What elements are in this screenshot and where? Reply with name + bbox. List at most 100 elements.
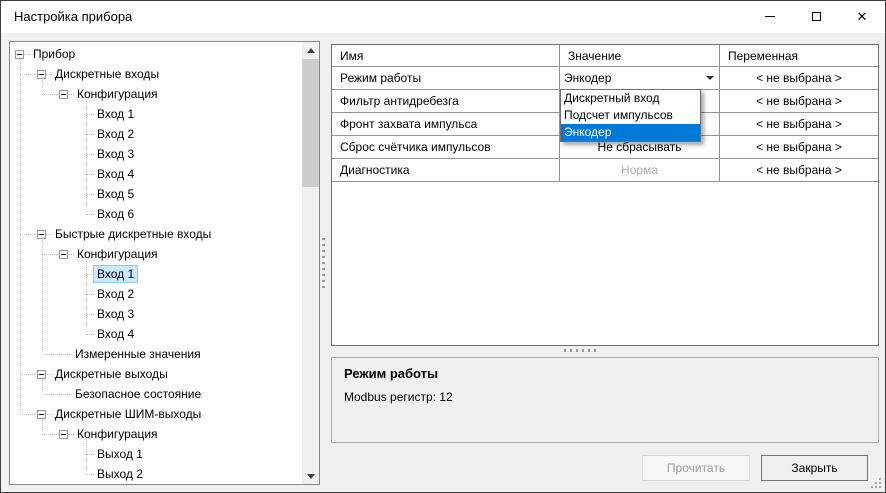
tree-item-input-2[interactable]: Вход 2 <box>10 124 301 144</box>
param-variable[interactable]: < не выбрана > <box>720 159 878 181</box>
grid-header-row: Имя Значение Переменная <box>332 45 878 67</box>
close-dialog-button[interactable]: Закрыть <box>761 455 868 481</box>
mode-dropdown-list: Дискретный вход Подсчет импульсов Энкоде… <box>560 89 701 142</box>
mode-combobox[interactable]: Энкодер <box>560 67 719 89</box>
dropdown-option-pulse-count[interactable]: Подсчет импульсов <box>561 107 700 124</box>
tree-item-output-2[interactable]: Выход 2 <box>10 464 301 484</box>
dropdown-option-discrete-input[interactable]: Дискретный вход <box>561 90 700 107</box>
combobox-dropdown-button[interactable] <box>701 76 719 80</box>
tree-connector <box>44 394 72 395</box>
scroll-down-icon <box>307 474 315 479</box>
tree-item-input-5[interactable]: Вход 5 <box>10 184 301 204</box>
tree-item-input-6[interactable]: Вход 6 <box>10 204 301 224</box>
tree-item-device[interactable]: Прибор <box>10 44 301 64</box>
grid-row-mode: Режим работы Энкодер < не выбрана > <box>332 67 878 90</box>
maximize-button[interactable] <box>793 1 839 32</box>
tree: Прибор Дискретные входы Конфигурация Вхо… <box>10 44 301 484</box>
tree-item-configuration[interactable]: Конфигурация <box>10 84 301 104</box>
tree-connector <box>86 454 94 455</box>
horizontal-splitter[interactable] <box>564 349 600 352</box>
device-tree-panel: Прибор Дискретные входы Конфигурация Вхо… <box>9 41 320 485</box>
close-button[interactable]: ✕ <box>839 1 885 32</box>
description-modbus-register: Modbus регистр: 12 <box>344 390 866 404</box>
tree-expander-icon[interactable] <box>37 410 46 419</box>
read-button[interactable]: Прочитать <box>642 455 750 481</box>
tree-expander-icon[interactable] <box>15 50 24 59</box>
param-name: Фронт захвата импульса <box>332 113 560 135</box>
tree-connector <box>86 294 94 295</box>
tree-connector <box>20 74 37 75</box>
chevron-down-icon <box>706 76 714 80</box>
description-title: Режим работы <box>344 366 866 381</box>
tree-connector <box>20 414 37 415</box>
tree-connector <box>44 354 72 355</box>
tree-connector <box>42 254 59 255</box>
device-settings-window: Настройка прибора ✕ Прибор Дискретные вх… <box>0 0 886 493</box>
param-variable[interactable]: < не выбрана > <box>720 90 878 112</box>
dropdown-option-encoder-selected[interactable]: Энкодер <box>561 124 700 141</box>
tree-expander-icon[interactable] <box>37 370 46 379</box>
tree-expander-icon[interactable] <box>59 430 68 439</box>
tree-item-pwm-outputs[interactable]: Дискретные ШИМ-выходы <box>10 404 301 424</box>
tree-connector <box>86 474 94 475</box>
param-variable[interactable]: < не выбрана > <box>720 67 878 89</box>
window-title: Настройка прибора <box>14 9 132 24</box>
param-variable[interactable]: < не выбрана > <box>720 113 878 135</box>
tree-connector <box>86 194 94 195</box>
tree-scrollbar[interactable] <box>302 42 319 484</box>
param-variable[interactable]: < не выбрана > <box>720 136 878 158</box>
grid-row-diagnostics: Диагностика Норма < не выбрана > <box>332 159 878 182</box>
tree-item-input-4[interactable]: Вход 4 <box>10 164 301 184</box>
tree-item-input-1[interactable]: Вход 1 <box>10 104 301 124</box>
scroll-up-button[interactable] <box>302 42 319 58</box>
tree-connector <box>20 374 37 375</box>
tree-item-fast-input-4[interactable]: Вход 4 <box>10 324 301 344</box>
param-name: Диагностика <box>332 159 560 181</box>
param-value-cell: Энкодер <box>560 67 720 89</box>
tree-expander-icon[interactable] <box>37 230 46 239</box>
tree-expander-icon[interactable] <box>37 70 46 79</box>
tree-expander-icon[interactable] <box>59 90 68 99</box>
scrollbar-thumb[interactable] <box>302 59 319 187</box>
header-variable: Переменная <box>720 45 878 66</box>
scroll-up-icon <box>307 48 315 53</box>
titlebar: Настройка прибора ✕ <box>1 1 885 33</box>
maximize-icon <box>812 12 821 21</box>
tree-item-safe-state[interactable]: Безопасное состояние <box>10 384 301 404</box>
description-panel: Режим работы Modbus регистр: 12 <box>331 357 879 443</box>
tree-connector <box>86 114 94 115</box>
tree-item-fast-input-3[interactable]: Вход 3 <box>10 304 301 324</box>
tree-item-measured-values[interactable]: Измеренные значения <box>10 344 301 364</box>
tree-connector <box>42 94 59 95</box>
tree-connector <box>86 334 94 335</box>
tree-item-input-3[interactable]: Вход 3 <box>10 144 301 164</box>
vertical-splitter[interactable] <box>322 238 325 292</box>
tree-connector <box>86 134 94 135</box>
header-name: Имя <box>332 45 560 66</box>
tree-connector <box>86 174 94 175</box>
tree-item-discrete-inputs[interactable]: Дискретные входы <box>10 64 301 84</box>
tree-item-fast-discrete-inputs[interactable]: Быстрые дискретные входы <box>10 224 301 244</box>
param-name: Фильтр антидребезга <box>332 90 560 112</box>
minimize-button[interactable] <box>747 1 793 32</box>
scroll-down-button[interactable] <box>302 468 319 484</box>
tree-item-configuration-pwm[interactable]: Конфигурация <box>10 424 301 444</box>
resize-grip[interactable] <box>871 478 881 488</box>
tree-connector <box>86 154 94 155</box>
tree-item-fast-input-2[interactable]: Вход 2 <box>10 284 301 304</box>
tree-item-output-1[interactable]: Выход 1 <box>10 444 301 464</box>
tree-item-fast-input-1-selected[interactable]: Вход 1 <box>10 264 301 284</box>
minimize-icon <box>765 16 775 17</box>
header-value: Значение <box>560 45 720 66</box>
tree-connector <box>20 234 37 235</box>
tree-item-configuration-fast[interactable]: Конфигурация <box>10 244 301 264</box>
param-value-cell: Норма <box>560 159 720 181</box>
tree-item-discrete-outputs[interactable]: Дискретные выходы <box>10 364 301 384</box>
tree-connector <box>86 274 94 275</box>
param-name: Сброс счётчика импульсов <box>332 136 560 158</box>
close-icon: ✕ <box>857 10 868 23</box>
combobox-value: Энкодер <box>560 71 701 85</box>
tree-connector <box>86 314 94 315</box>
tree-expander-icon[interactable] <box>59 250 68 259</box>
tree-connector <box>86 214 94 215</box>
